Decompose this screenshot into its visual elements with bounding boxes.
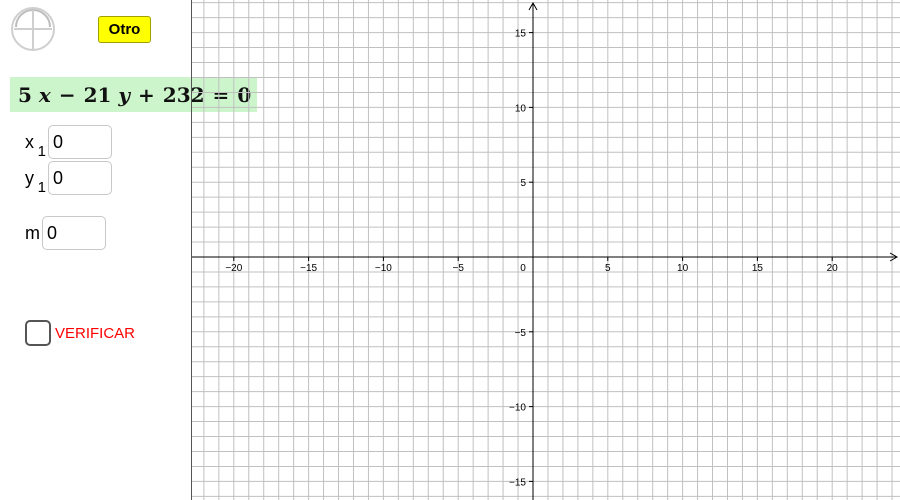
y-tick-label: −10 xyxy=(509,403,526,414)
y1-label: y1 xyxy=(25,167,48,196)
verify-checkbox[interactable] xyxy=(25,320,51,346)
x-tick-label: 5 xyxy=(605,263,611,274)
y-tick-label: 10 xyxy=(515,103,527,114)
y-tick-label: 15 xyxy=(515,29,527,40)
otro-button[interactable]: Otro xyxy=(98,16,151,43)
tick-labels: −20 −15 −10 −5 0 5 10 15 20 15 10 5 −5 −10 −15 xyxy=(225,29,838,489)
equation-coef-b: 21 xyxy=(83,82,112,107)
y-tick-label: −5 xyxy=(515,328,527,339)
grid-lines xyxy=(192,0,900,500)
equation-coef-a: 5 xyxy=(18,82,32,107)
verify-label: VERIFICAR xyxy=(55,324,136,342)
m-input[interactable] xyxy=(42,216,106,250)
y1-label-text: y xyxy=(25,167,34,188)
coordinate-grid[interactable]: −20 −15 −10 −5 0 5 10 15 20 15 10 5 −5 −10 −15 xyxy=(192,0,900,500)
y1-row: y1 xyxy=(25,161,112,196)
x-tick-label: −15 xyxy=(300,263,317,274)
equation-var-y: y xyxy=(118,82,131,107)
m-label: m xyxy=(25,222,40,243)
x1-input[interactable] xyxy=(48,125,112,159)
equation-op-plus: + xyxy=(138,82,155,107)
y-tick-label: −15 xyxy=(509,477,526,488)
equation-op-minus: − xyxy=(58,82,76,107)
x-tick-label: 10 xyxy=(677,263,689,274)
reset-view-icon[interactable] xyxy=(10,6,56,52)
graphics-view[interactable]: −20 −15 −10 −5 0 5 10 15 20 15 10 5 −5 −10 −15 xyxy=(192,0,900,500)
x1-label: x1 xyxy=(25,131,48,160)
x1-subscript: 1 xyxy=(37,142,46,160)
x1-label-text: x xyxy=(25,131,34,152)
verify-checkbox-row[interactable]: VERIFICAR xyxy=(25,320,135,346)
x-tick-label: 20 xyxy=(827,263,839,274)
x-tick-label: 15 xyxy=(752,263,764,274)
x-tick-label: −10 xyxy=(375,263,392,274)
x-tick-label: −5 xyxy=(452,263,464,274)
control-panel: Otro 5 x−21 y+232=0 x1 y1 m VERIFICAR xyxy=(0,0,258,500)
x1-row: x1 xyxy=(25,125,112,160)
y1-subscript: 1 xyxy=(37,178,46,196)
m-row: m xyxy=(25,216,106,250)
y-tick-label: 5 xyxy=(520,178,526,189)
equation-var-x: x xyxy=(38,82,51,107)
y1-input[interactable] xyxy=(48,161,112,195)
x-tick-label: −20 xyxy=(225,263,242,274)
x-tick-label: 0 xyxy=(520,263,526,274)
